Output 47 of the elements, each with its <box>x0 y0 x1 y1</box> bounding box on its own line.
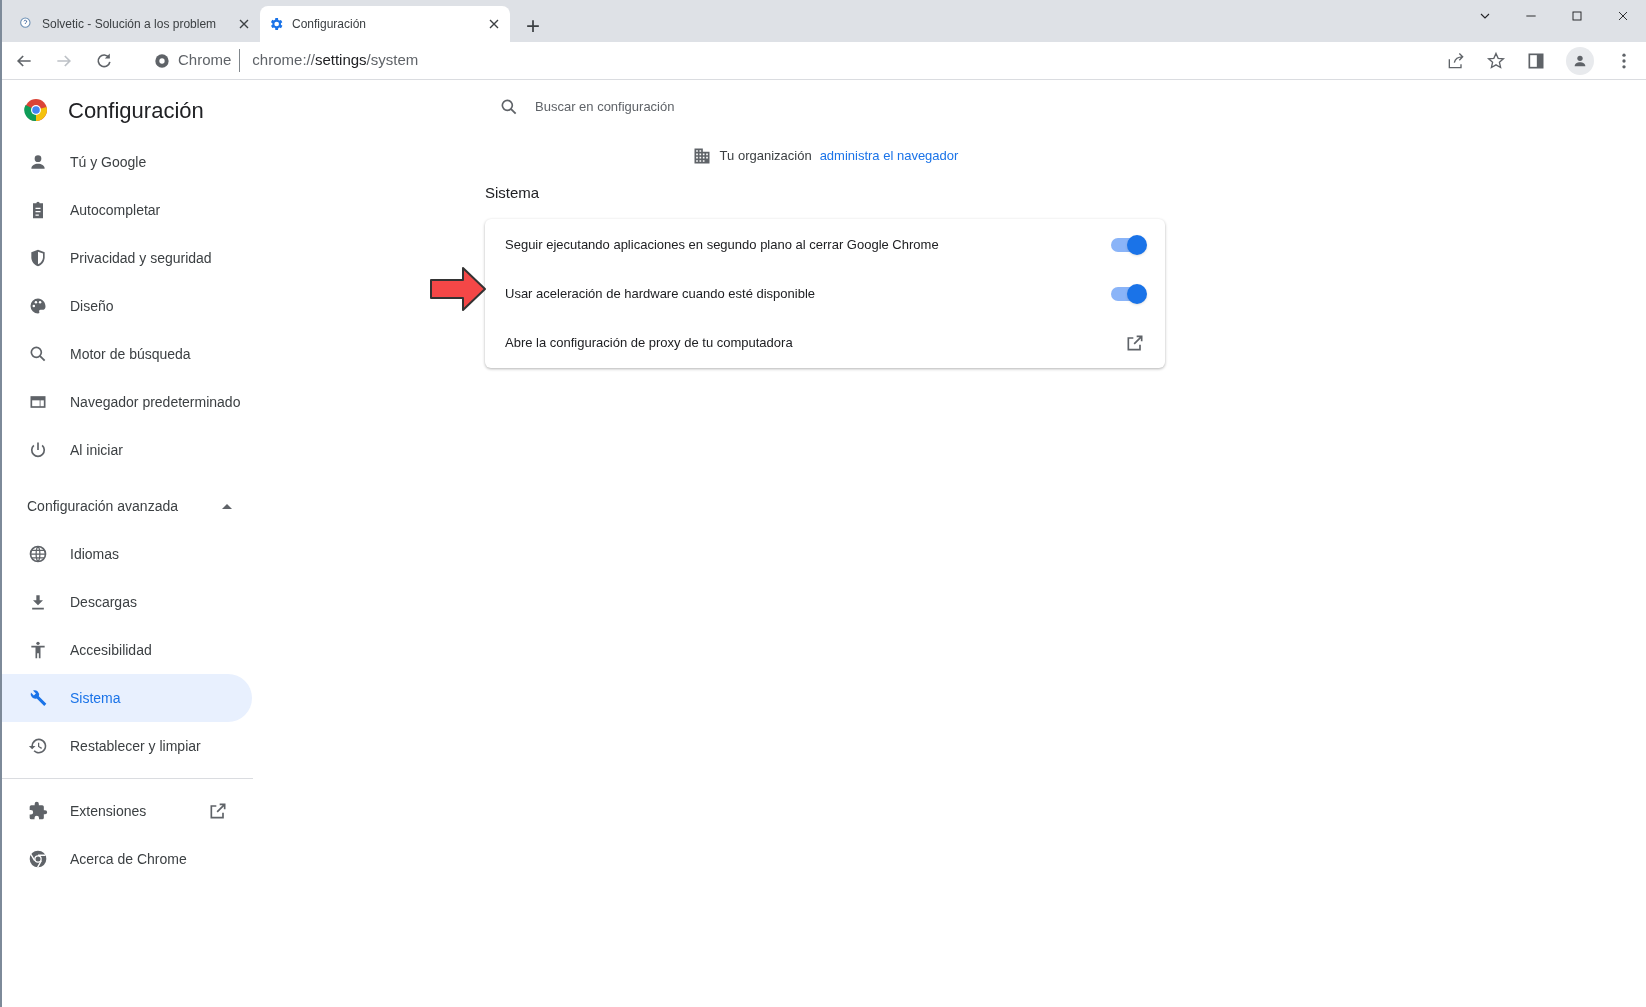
managed-notice: Tu organización <box>719 147 812 166</box>
sidebar-item[interactable]: Al iniciar <box>2 426 252 474</box>
url-field[interactable]: chrome://settings/system <box>252 49 419 72</box>
sidebar-item[interactable]: Tú y Google <box>2 138 252 186</box>
person-icon <box>28 152 48 172</box>
sidebar-item[interactable]: Restablecer y limpiar <box>2 722 252 770</box>
sidebar-item[interactable]: Sistema <box>2 674 252 722</box>
share-icon[interactable] <box>1446 50 1466 71</box>
setting-label: Seguir ejecutando aplicaciones en segundo plano al cerrar Google Chrome <box>505 235 940 254</box>
sidebar-item[interactable]: Descargas <box>2 578 252 626</box>
history-icon <box>28 736 48 756</box>
section-heading: Sistema <box>485 182 541 203</box>
profile-avatar[interactable] <box>1566 46 1594 75</box>
palette-icon <box>28 296 48 316</box>
sidebar-item[interactable]: Autocompletar <box>2 186 252 234</box>
search-field[interactable]: Buscar en configuración <box>535 97 1165 117</box>
advanced-section-toggle[interactable]: Configuración avanzada <box>2 482 254 530</box>
sidebar-item[interactable]: Navegador predeterminado <box>2 378 252 426</box>
sidebar-item[interactable]: Accesibilidad <box>2 626 252 674</box>
sidebar-item[interactable]: Extensiones <box>2 787 254 835</box>
setting-label: Abre la configuración de proxy de tu computadora <box>505 333 794 352</box>
sidebar-item[interactable]: Diseño <box>2 282 252 330</box>
search-icon <box>499 97 519 117</box>
wrench-icon <box>28 688 48 708</box>
star-icon[interactable] <box>1486 50 1506 71</box>
power-icon <box>28 440 48 460</box>
page-title: Configuración <box>68 96 204 125</box>
sidebar-item[interactable]: Acerca de Chrome <box>2 835 254 883</box>
external-link-icon <box>208 801 228 821</box>
browser-tab[interactable]: Configuración <box>260 6 510 42</box>
sidebar-item[interactable]: Motor de búsqueda <box>2 330 252 378</box>
browser-tab[interactable]: Solvetic - Solución a los problem <box>10 6 260 42</box>
toggle-switch[interactable] <box>1111 237 1145 252</box>
setting-label: Usar aceleración de hardware cuando esté disponible <box>505 284 817 303</box>
new-tab-button[interactable]: + <box>522 14 544 38</box>
puzzle-icon <box>28 801 48 821</box>
shield-icon <box>28 248 48 268</box>
globe-icon <box>28 544 48 564</box>
gear-icon <box>268 16 284 32</box>
accessibility-icon <box>28 640 48 660</box>
sidebar-item[interactable]: Privacidad y seguridad <box>2 234 252 282</box>
caret-up-icon <box>222 503 232 509</box>
site-label: Chrome <box>178 49 241 72</box>
toggle-switch[interactable] <box>1111 286 1145 301</box>
sidebar-item[interactable]: Idiomas <box>2 530 252 578</box>
manage-browser-link[interactable]: administra el navegador <box>819 146 959 166</box>
search-icon <box>28 344 48 364</box>
